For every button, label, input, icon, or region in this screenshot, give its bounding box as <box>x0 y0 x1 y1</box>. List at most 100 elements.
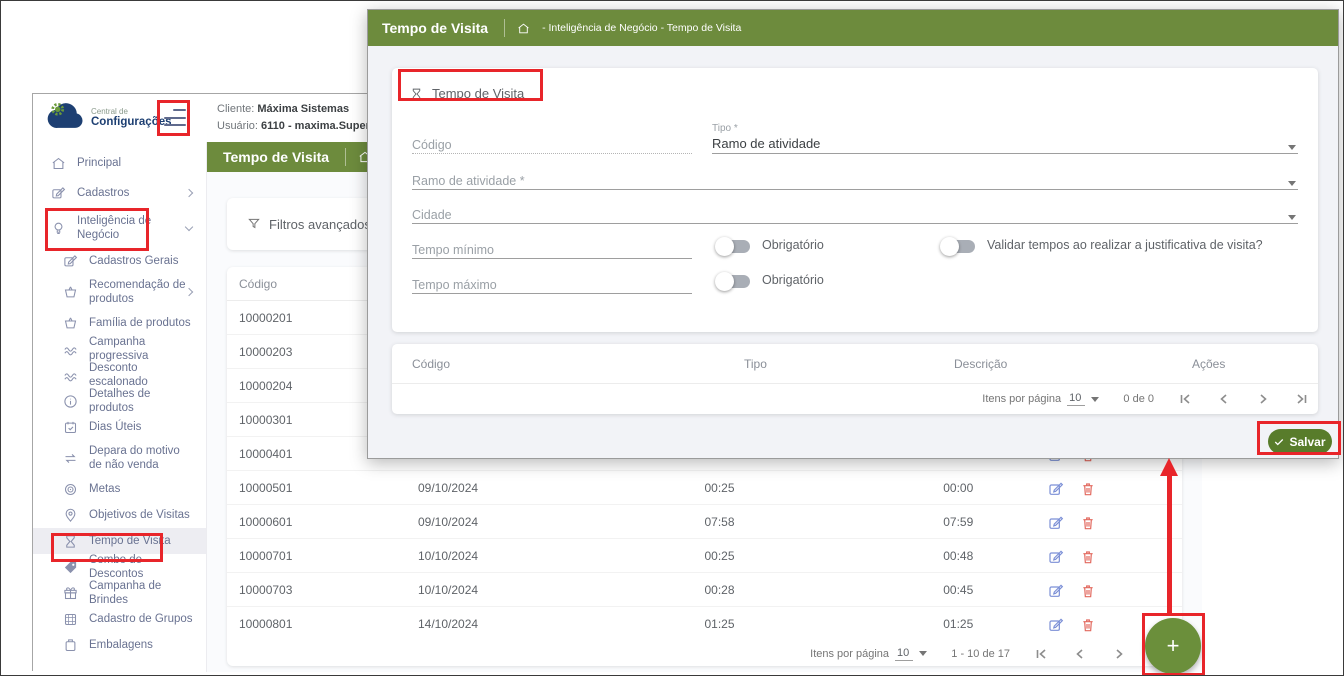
dropdown-caret-icon[interactable] <box>1288 181 1296 186</box>
cell: 00:25 <box>705 549 735 563</box>
sidebar-item-label: Cadastros <box>77 186 169 200</box>
cart-icon <box>63 285 78 300</box>
plus-icon: + <box>1167 633 1180 659</box>
dialog-table-pagination: Itens por página 10 0 de 0 <box>392 384 1318 414</box>
edit-icon <box>51 186 66 201</box>
sidebar-item-tempo-de-visita[interactable]: Tempo de Visita <box>33 528 206 554</box>
client-label: Cliente: <box>217 103 254 115</box>
delete-row-icon[interactable] <box>1080 549 1096 565</box>
table-pagination: Itens por página 10 1 - 10 de 17 <box>227 641 1182 666</box>
cell-codigo: 10000801 <box>239 617 292 631</box>
cell: 07:58 <box>705 515 735 529</box>
sidebar-item-cadastro-de-grupos[interactable]: Cadastro de Grupos <box>33 606 206 632</box>
tempo-maximo-input[interactable] <box>412 281 692 294</box>
sidebar-item-depara-motivo-nao-venda[interactable]: Depara do motivo de não venda <box>33 440 206 476</box>
sidebar-item-combo-de-descontos[interactable]: Combo de Descontos <box>33 554 206 580</box>
sidebar-item-label: Cadastro de Grupos <box>89 612 193 626</box>
sidebar-item-familia-de-produtos[interactable]: Família de produtos <box>33 310 206 336</box>
items-per-page-label: Itens por página <box>810 648 889 660</box>
sidebar-item-detalhes-de-produtos[interactable]: Detalhes de produtos <box>33 388 206 414</box>
cell-codigo: 10000204 <box>239 379 292 393</box>
sidebar-item-label: Campanha de Brindes <box>89 579 193 608</box>
items-per-page-select[interactable]: 10 <box>895 647 913 661</box>
sidebar-item-campanha-de-brindes[interactable]: Campanha de Brindes <box>33 580 206 606</box>
obrigatorio-minimo-label: Obrigatório <box>762 238 824 252</box>
sidebar-item-label: Cadastros Gerais <box>89 254 193 268</box>
delete-row-icon[interactable] <box>1080 617 1096 633</box>
previous-page-icon[interactable] <box>1073 648 1086 660</box>
edit-row-icon[interactable] <box>1048 481 1064 497</box>
user-label: Usuário: <box>217 120 258 132</box>
pagination-range: 0 de 0 <box>1123 393 1154 405</box>
filter-funnel-icon <box>247 217 261 231</box>
cell-codigo: 10000401 <box>239 447 292 461</box>
next-page-icon[interactable] <box>1112 648 1125 660</box>
table-row: 1000050109/10/202400:2500:00 <box>227 471 1182 505</box>
first-page-icon[interactable] <box>1178 393 1191 405</box>
dialog-table: Código Tipo Descrição Ações Itens por pá… <box>392 344 1318 414</box>
sidebar-item-objetivos-de-visitas[interactable]: Objetivos de Visitas <box>33 502 206 528</box>
sidebar-item-cadastros[interactable]: Cadastros <box>33 178 206 208</box>
sidebar-item-label: Tempo de Visita <box>89 534 193 548</box>
sidebar-item-embalagens[interactable]: Embalagens <box>33 632 206 658</box>
cell: 00:00 <box>943 481 973 495</box>
dialog-table-header-row: Código Tipo Descrição Ações <box>392 344 1318 384</box>
home-icon[interactable] <box>517 22 530 35</box>
edit-row-icon[interactable] <box>1048 617 1064 633</box>
dropdown-caret-icon[interactable] <box>1091 397 1099 402</box>
cell-codigo: 10000501 <box>239 481 292 495</box>
tempo-de-visita-dialog: Tempo de Visita - Inteligência de Negóci… <box>367 9 1339 459</box>
brand-line1: Central de <box>91 107 172 116</box>
last-page-icon[interactable] <box>1295 393 1308 405</box>
dropdown-caret-icon[interactable] <box>919 651 927 656</box>
info-icon <box>63 394 78 409</box>
cell-codigo: 10000601 <box>239 515 292 529</box>
filters-label: Filtros avançados <box>269 217 371 232</box>
sidebar-item-dias-uteis[interactable]: Dias Úteis <box>33 414 206 440</box>
pagination-range: 1 - 10 de 17 <box>951 648 1010 660</box>
delete-row-icon[interactable] <box>1080 515 1096 531</box>
obrigatorio-minimo-toggle[interactable] <box>718 240 750 253</box>
sidebar-item-metas[interactable]: Metas <box>33 476 206 502</box>
table-row: 1000080114/10/202401:2501:25 <box>227 607 1182 641</box>
form-card-title-label: Tempo de Visita <box>432 86 524 101</box>
obrigatorio-maximo-toggle[interactable] <box>718 275 750 288</box>
add-button[interactable]: + <box>1145 618 1201 674</box>
sidebar-item-recomendacao-de-produtos[interactable]: Recomendação de produtos <box>33 274 206 310</box>
ramo-select[interactable] <box>412 177 1298 190</box>
tipo-select[interactable] <box>712 141 1298 154</box>
sidebar-item-label: Objetivos de Visitas <box>89 508 193 522</box>
header-separator <box>504 19 505 37</box>
hamburger-menu-icon[interactable] <box>164 109 186 126</box>
dropdown-caret-icon[interactable] <box>1288 145 1296 150</box>
cell: 00:45 <box>943 583 973 597</box>
validar-tempos-toggle[interactable] <box>943 240 975 253</box>
edit-row-icon[interactable] <box>1048 583 1064 599</box>
sidebar-item-cadastros-gerais[interactable]: Cadastros Gerais <box>33 248 206 274</box>
sidebar-item-inteligencia-de-negocio[interactable]: Inteligência de Negócio <box>33 208 206 248</box>
table-row: 1000070310/10/202400:2800:45 <box>227 573 1182 607</box>
edit-row-icon[interactable] <box>1048 549 1064 565</box>
chevron-down-icon <box>185 223 193 231</box>
tempo-minimo-input[interactable] <box>412 246 692 259</box>
cell: 01:25 <box>943 617 973 631</box>
sidebar-item-principal[interactable]: Principal <box>33 148 206 178</box>
next-page-icon[interactable] <box>1256 393 1269 405</box>
delete-row-icon[interactable] <box>1080 481 1096 497</box>
cidade-select[interactable] <box>412 211 1298 224</box>
edit-row-icon[interactable] <box>1048 515 1064 531</box>
client-value: Máxima Sistemas <box>257 103 349 115</box>
first-page-icon[interactable] <box>1034 648 1047 660</box>
delete-row-icon[interactable] <box>1080 583 1096 599</box>
previous-page-icon[interactable] <box>1217 393 1230 405</box>
trend-icon <box>63 342 78 357</box>
save-button[interactable]: Salvar <box>1268 429 1332 454</box>
cell-codigo: 10000203 <box>239 345 292 359</box>
dialog-form-card: Tempo de Visita Código Tipo * Ramo de at… <box>392 68 1318 332</box>
sidebar-item-campanha-progressiva[interactable]: Campanha progressiva <box>33 336 206 362</box>
sidebar-item-desconto-escalonado[interactable]: Desconto escalonado <box>33 362 206 388</box>
chevron-right-icon <box>185 189 193 197</box>
dropdown-caret-icon[interactable] <box>1288 215 1296 220</box>
items-per-page-select[interactable]: 10 <box>1067 392 1085 406</box>
cell: 10/10/2024 <box>418 549 478 563</box>
